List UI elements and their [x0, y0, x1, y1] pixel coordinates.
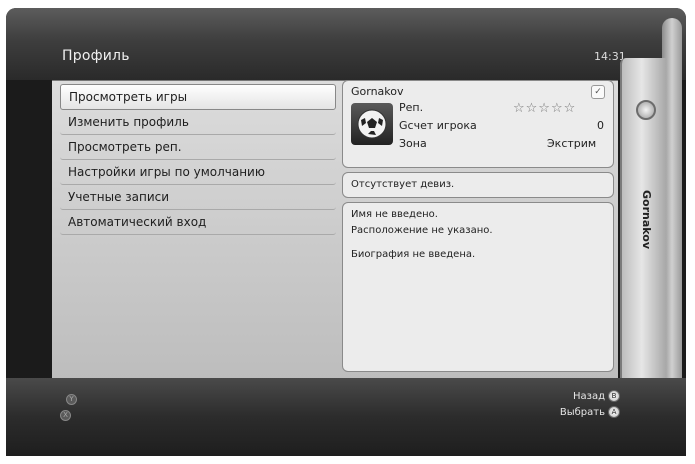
card-badge-icon: ✓: [591, 85, 605, 99]
dashboard-screen: Профиль 14:31 Gornakov Просмотреть игры …: [6, 8, 686, 456]
rep-label: Реп.: [399, 101, 424, 114]
menu-item-view-games[interactable]: Просмотреть игры: [60, 84, 336, 110]
menu-item-view-rep[interactable]: Просмотреть реп.: [60, 135, 336, 160]
page-title: Профиль: [62, 48, 130, 64]
rep-stars: ☆☆☆☆☆: [513, 101, 577, 116]
a-button-icon: A: [608, 406, 620, 418]
b-button-icon: B: [608, 390, 620, 402]
zone-value: Экстрим: [547, 137, 597, 150]
location-text: Расположение не указано.: [351, 225, 493, 236]
menu-item-auto-sign-in[interactable]: Автоматический вход: [60, 210, 336, 235]
gamerscore-value: 0: [597, 119, 604, 132]
header-bar: Профиль 14:31: [6, 8, 686, 80]
profile-menu: Просмотреть игры Изменить профиль Просмо…: [60, 84, 336, 235]
gamer-card: Gornakov ✓ Реп. ☆☆☆☆☆ Gсчет игрока 0 Зон…: [342, 80, 614, 168]
menu-item-accounts[interactable]: Учетные записи: [60, 185, 336, 210]
motto-box: Отсутствует девиз.: [342, 172, 614, 198]
bio-box: Имя не введено. Расположение не указано.…: [342, 202, 614, 372]
x-button-icon: X: [60, 410, 71, 421]
blade-knob-icon[interactable]: [636, 100, 656, 120]
select-hint[interactable]: Выбрать A: [520, 406, 620, 418]
gamertag: Gornakov: [351, 85, 404, 98]
motto-text: Отсутствует девиз.: [351, 179, 455, 190]
gamerscore-label: Gсчет игрока: [399, 119, 477, 132]
blade-gamertag-label: Gornakov: [640, 190, 653, 250]
menu-item-default-game-settings[interactable]: Настройки игры по умолчанию: [60, 160, 336, 185]
gamerpic-soccer-ball-icon: [351, 103, 393, 145]
back-label: Назад: [572, 391, 605, 402]
back-hint[interactable]: Назад B: [520, 390, 620, 402]
bio-text: Биография не введена.: [351, 249, 476, 260]
footer-bar: Y X Назад B Выбрать A: [6, 378, 686, 456]
select-label: Выбрать: [559, 407, 605, 418]
menu-item-edit-profile[interactable]: Изменить профиль: [60, 110, 336, 135]
name-text: Имя не введено.: [351, 209, 438, 220]
zone-label: Зона: [399, 137, 427, 150]
y-button-icon: Y: [66, 394, 77, 405]
